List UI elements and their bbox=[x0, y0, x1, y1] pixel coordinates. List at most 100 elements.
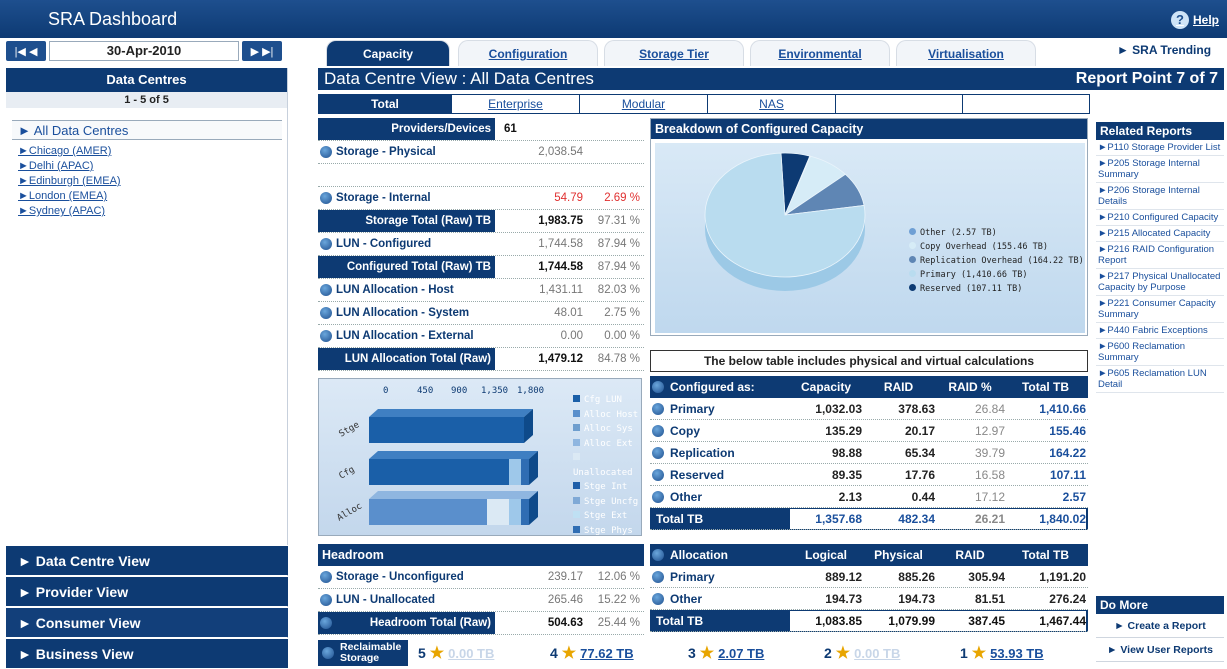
location-sydney[interactable]: ►Sydney (APAC) bbox=[18, 204, 287, 219]
related-report-link[interactable]: ►P215 Allocated Capacity bbox=[1096, 226, 1224, 242]
location-chicago[interactable]: ►Chicago (AMER) bbox=[18, 144, 287, 159]
reclaim-item-2[interactable]: 2 ★ 0.00 TB bbox=[824, 643, 900, 663]
total-row: LUN Allocation Total (Raw) 1,479.12 84.78 … bbox=[318, 348, 644, 371]
legend-item: Copy Overhead (155.46 TB) bbox=[909, 240, 1084, 254]
location-delhi[interactable]: ►Delhi (APAC) bbox=[18, 159, 287, 174]
related-report-link[interactable]: ►P210 Configured Capacity bbox=[1096, 210, 1224, 226]
tab-configuration[interactable]: Configuration bbox=[458, 40, 598, 66]
provider-view-button[interactable]: ► Provider View bbox=[6, 576, 288, 606]
tab-virtualisation[interactable]: Virtualisation bbox=[896, 40, 1036, 66]
metric-row[interactable]: Storage - Internal 54.79 2.69 % bbox=[318, 187, 644, 210]
legend-item: Other (2.57 TB) bbox=[909, 226, 1084, 240]
metric-label: LUN Allocation - Host bbox=[336, 284, 454, 296]
all-data-centres-link[interactable]: ► All Data Centres bbox=[12, 120, 282, 140]
location-london[interactable]: ►London (EMEA) bbox=[18, 189, 287, 204]
subtab-nas[interactable]: NAS bbox=[708, 94, 836, 114]
reclaim-value[interactable]: 53.93 TB bbox=[990, 646, 1043, 661]
total-cell: 387.45 bbox=[935, 611, 1005, 631]
table-note: The below table includes physical and vi… bbox=[650, 350, 1088, 372]
table-row[interactable]: Primary 1,032.03 378.63 26.84 1,410.66 bbox=[650, 398, 1088, 420]
reclaim-value[interactable]: 77.62 TB bbox=[580, 646, 633, 661]
bar-segment bbox=[369, 417, 524, 443]
tab-environmental[interactable]: Environmental bbox=[750, 40, 890, 66]
metric-row[interactable]: LUN - Configured 1,744.58 87.94 % bbox=[318, 233, 644, 256]
headroom-title: Headroom bbox=[318, 544, 644, 566]
pie-legend: Other (2.57 TB) Copy Overhead (155.46 TB… bbox=[909, 226, 1084, 296]
related-report-link[interactable]: ►P605 Reclamation LUN Detail bbox=[1096, 366, 1224, 393]
view-user-reports-link[interactable]: ► View User Reports bbox=[1096, 638, 1224, 662]
view-title: Data Centre View : All Data Centres bbox=[324, 69, 594, 88]
star-icon: ★ bbox=[699, 645, 715, 662]
subtab-modular[interactable]: Modular bbox=[580, 94, 708, 114]
metric-row[interactable]: LUN Allocation - System 48.01 2.75 % bbox=[318, 302, 644, 325]
related-report-link[interactable]: ►P600 Reclamation Summary bbox=[1096, 339, 1224, 366]
bar-stge bbox=[369, 409, 533, 443]
metric-row[interactable]: LUN Allocation - Host 1,431.11 82.03 % bbox=[318, 279, 644, 302]
related-report-link[interactable]: ►P440 Fabric Exceptions bbox=[1096, 323, 1224, 339]
reclaim-value[interactable]: 0.00 TB bbox=[448, 646, 494, 661]
subtab-enterprise[interactable]: Enterprise bbox=[452, 94, 580, 114]
related-report-link[interactable]: ►P206 Storage Internal Details bbox=[1096, 183, 1224, 210]
total-row: Storage Total (Raw) TB 1,983.75 97.31 % bbox=[318, 210, 644, 233]
reclaim-value[interactable]: 0.00 TB bbox=[854, 646, 900, 661]
business-view-button[interactable]: ► Business View bbox=[6, 638, 288, 668]
table-row[interactable]: Other 2.13 0.44 17.12 2.57 bbox=[650, 486, 1088, 508]
related-report-link[interactable]: ►P205 Storage Internal Summary bbox=[1096, 156, 1224, 183]
table-row[interactable]: Primary 889.12 885.26 305.94 1,191.20 bbox=[650, 566, 1088, 588]
reclaim-item-3[interactable]: 3 ★ 2.07 TB bbox=[688, 643, 764, 663]
reclaim-item-5[interactable]: 5 ★ 0.00 TB bbox=[418, 643, 494, 663]
table-row[interactable]: Other 194.73 194.73 81.51 276.24 bbox=[650, 588, 1088, 610]
subtab-empty-1[interactable] bbox=[836, 94, 963, 114]
info-icon[interactable] bbox=[320, 617, 332, 629]
legend-item: Alloc Ext bbox=[573, 437, 641, 452]
star-icon: ★ bbox=[429, 645, 445, 662]
reclaim-value[interactable]: 2.07 TB bbox=[718, 646, 764, 661]
capacity-bar-chart: 0 450 900 1,350 1,800 Stge Cfg Alloc Cfg… bbox=[318, 378, 642, 536]
column-header: Physical bbox=[874, 548, 923, 562]
metric-row[interactable]: Storage - Physical 2,038.54 bbox=[318, 141, 644, 164]
date-field[interactable]: 30-Apr-2010 bbox=[49, 41, 239, 61]
help-label[interactable]: Help bbox=[1193, 13, 1219, 27]
metric-value: 2,038.54 bbox=[538, 146, 583, 158]
row-label: Reserved bbox=[670, 468, 725, 482]
related-report-link[interactable]: ►P216 RAID Configuration Report bbox=[1096, 242, 1224, 269]
legend-label: Alloc Ext bbox=[584, 438, 633, 449]
reclaim-item-4[interactable]: 4 ★ 77.62 TB bbox=[550, 643, 634, 663]
headroom-row[interactable]: Storage - Unconfigured 239.17 12.06 % bbox=[318, 566, 644, 589]
legend-label: Reserved (107.11 TB) bbox=[920, 284, 1023, 294]
related-report-link[interactable]: ►P217 Physical Unallocated Capacity by P… bbox=[1096, 269, 1224, 296]
tab-storage-tier[interactable]: Storage Tier bbox=[604, 40, 744, 66]
tier-number: 3 bbox=[688, 645, 696, 661]
location-edinburgh[interactable]: ►Edinburgh (EMEA) bbox=[18, 174, 287, 189]
consumer-view-button[interactable]: ► Consumer View bbox=[6, 607, 288, 637]
metric-label: LUN - Configured bbox=[336, 238, 432, 250]
tick-label: 900 bbox=[451, 386, 467, 396]
prev-date-button[interactable]: |◀ ◀ bbox=[6, 41, 46, 61]
help-link[interactable]: ? Help bbox=[1170, 11, 1219, 29]
table-cell: 12.97 bbox=[974, 424, 1005, 438]
subtab-total[interactable]: Total bbox=[318, 94, 452, 114]
related-report-link[interactable]: ►P221 Consumer Capacity Summary bbox=[1096, 296, 1224, 323]
metric-row[interactable]: LUN Allocation - External 0.00 0.00 % bbox=[318, 325, 644, 348]
legend-swatch bbox=[573, 525, 580, 533]
legend-swatch bbox=[573, 424, 580, 431]
create-report-link[interactable]: ► Create a Report bbox=[1096, 614, 1224, 638]
table-row[interactable]: Copy 135.29 20.17 12.97 155.46 bbox=[650, 420, 1088, 442]
reclaim-item-1[interactable]: 1 ★ 53.93 TB bbox=[960, 643, 1044, 663]
table-row[interactable]: Replication 98.88 65.34 39.79 164.22 bbox=[650, 442, 1088, 464]
info-icon[interactable] bbox=[322, 647, 334, 659]
reclaimable-label-box: Reclaimable Storage bbox=[318, 640, 408, 666]
data-centre-view-button[interactable]: ► Data Centre View bbox=[6, 545, 288, 575]
table-cell: 26.84 bbox=[974, 402, 1005, 416]
next-date-button[interactable]: ▶ ▶| bbox=[242, 41, 282, 61]
related-report-link[interactable]: ►P110 Storage Provider List bbox=[1096, 140, 1224, 156]
sra-trending-link[interactable]: ► SRA Trending bbox=[1100, 40, 1227, 62]
spacer-row bbox=[318, 164, 644, 187]
do-more-title: Do More bbox=[1096, 596, 1224, 614]
total-cell: 1,467.44 bbox=[1005, 611, 1086, 631]
bar-segment bbox=[521, 459, 529, 485]
headroom-row[interactable]: LUN - Unallocated 265.46 15.22 % bbox=[318, 589, 644, 612]
table-row[interactable]: Reserved 89.35 17.76 16.58 107.11 bbox=[650, 464, 1088, 486]
subtab-empty-2[interactable] bbox=[963, 94, 1090, 114]
tab-capacity[interactable]: Capacity bbox=[326, 40, 450, 66]
